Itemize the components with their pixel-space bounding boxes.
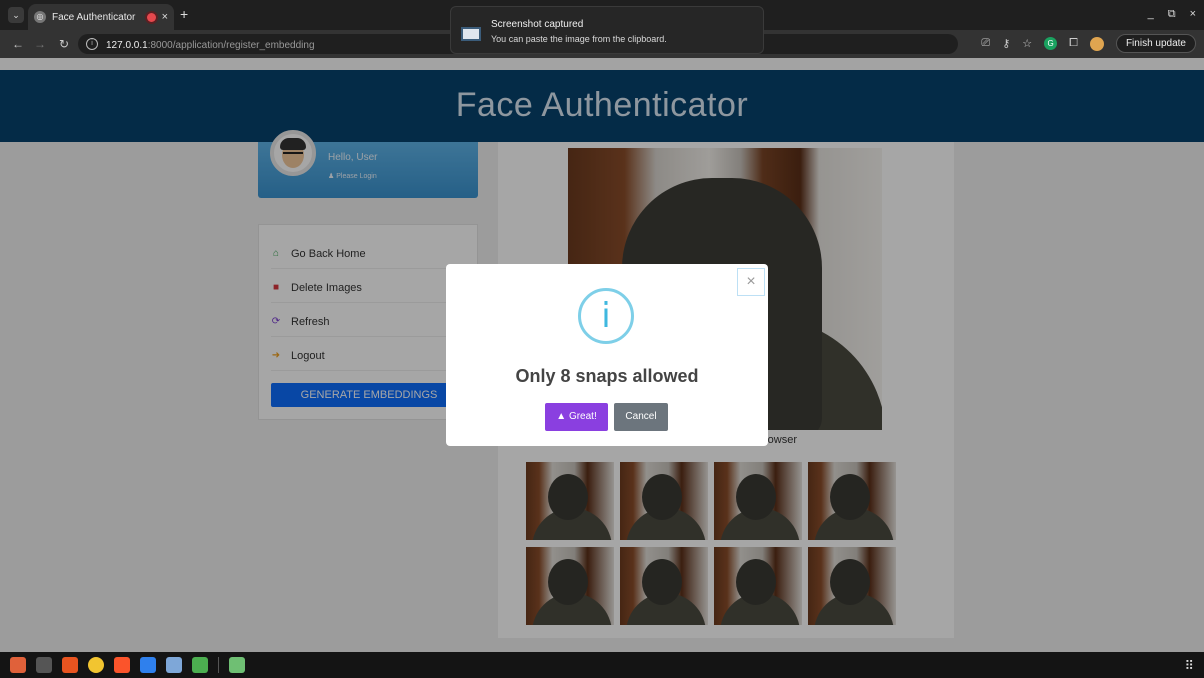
- tab-title: Face Authenticator: [52, 11, 136, 23]
- tab-search-icon[interactable]: ⌄: [8, 7, 24, 23]
- screenshot-notification[interactable]: Screenshot captured You can paste the im…: [450, 6, 764, 54]
- taskbar-apps: [10, 657, 245, 673]
- great-button[interactable]: ▲ Great!: [545, 403, 608, 431]
- image-viewer-icon[interactable]: [192, 657, 208, 673]
- vscode-app-icon[interactable]: [140, 657, 156, 673]
- minimize-button[interactable]: _: [1148, 8, 1154, 21]
- back-arrow-icon[interactable]: ←: [8, 37, 28, 51]
- globe-icon: ◎: [34, 11, 46, 23]
- browser-tab[interactable]: ◎ Face Authenticator ×: [28, 4, 174, 30]
- alert-dialog: × i Only 8 snaps allowed ▲ Great! Cancel: [446, 264, 768, 446]
- notification-title: Screenshot captured: [491, 19, 584, 30]
- files-app-icon[interactable]: [10, 657, 26, 673]
- url-host: 127.0.0.1: [106, 40, 148, 51]
- thumbs-up-icon: ▲: [556, 411, 567, 422]
- extensions-puzzle-icon[interactable]: ⧠: [1069, 37, 1078, 50]
- grammarly-extension-icon[interactable]: G: [1044, 37, 1058, 50]
- os-taskbar: ⠿: [0, 652, 1204, 678]
- bookmark-star-icon[interactable]: ☆: [1022, 37, 1032, 50]
- finish-update-button[interactable]: Finish update: [1115, 34, 1196, 53]
- dialog-title: Only 8 snaps allowed: [515, 366, 699, 386]
- forward-arrow-icon[interactable]: →: [30, 37, 50, 51]
- reload-icon[interactable]: ↻: [54, 37, 74, 51]
- brave-app-icon[interactable]: [114, 657, 130, 673]
- software-center-icon[interactable]: [62, 657, 78, 673]
- chrome-app-icon[interactable]: [88, 657, 104, 673]
- recording-icon: [146, 12, 156, 22]
- app-grid-icon[interactable]: ⠿: [1184, 658, 1194, 674]
- site-info-icon[interactable]: i: [86, 38, 98, 50]
- taskbar-separator: [218, 657, 219, 673]
- password-key-icon[interactable]: ⚷: [1002, 37, 1010, 50]
- text-editor-icon[interactable]: [166, 657, 182, 673]
- url-path: :8000/application/register_embedding: [147, 40, 315, 51]
- great-label: Great!: [568, 411, 597, 422]
- tab-close-icon[interactable]: ×: [162, 11, 168, 23]
- trash-bin-icon[interactable]: [229, 657, 245, 673]
- new-tab-button[interactable]: +: [180, 7, 188, 21]
- profile-avatar[interactable]: [1089, 36, 1104, 51]
- window-controls: _ ⧉ ×: [1148, 8, 1196, 21]
- toolbar-actions: ⎚ ⚷ ☆ G ⧠ Finish update: [981, 34, 1196, 53]
- info-icon: i: [578, 288, 634, 344]
- screenshot-thumbnail-icon: [461, 27, 481, 41]
- restore-icon[interactable]: ⧉: [1168, 8, 1176, 21]
- terminal-app-icon[interactable]: [36, 657, 52, 673]
- close-window-button[interactable]: ×: [1190, 8, 1196, 21]
- cast-icon[interactable]: ⎚: [981, 37, 990, 50]
- notification-body: You can paste the image from the clipboa…: [491, 34, 667, 44]
- cancel-button[interactable]: Cancel: [614, 403, 668, 431]
- dialog-close-button[interactable]: ×: [737, 268, 765, 296]
